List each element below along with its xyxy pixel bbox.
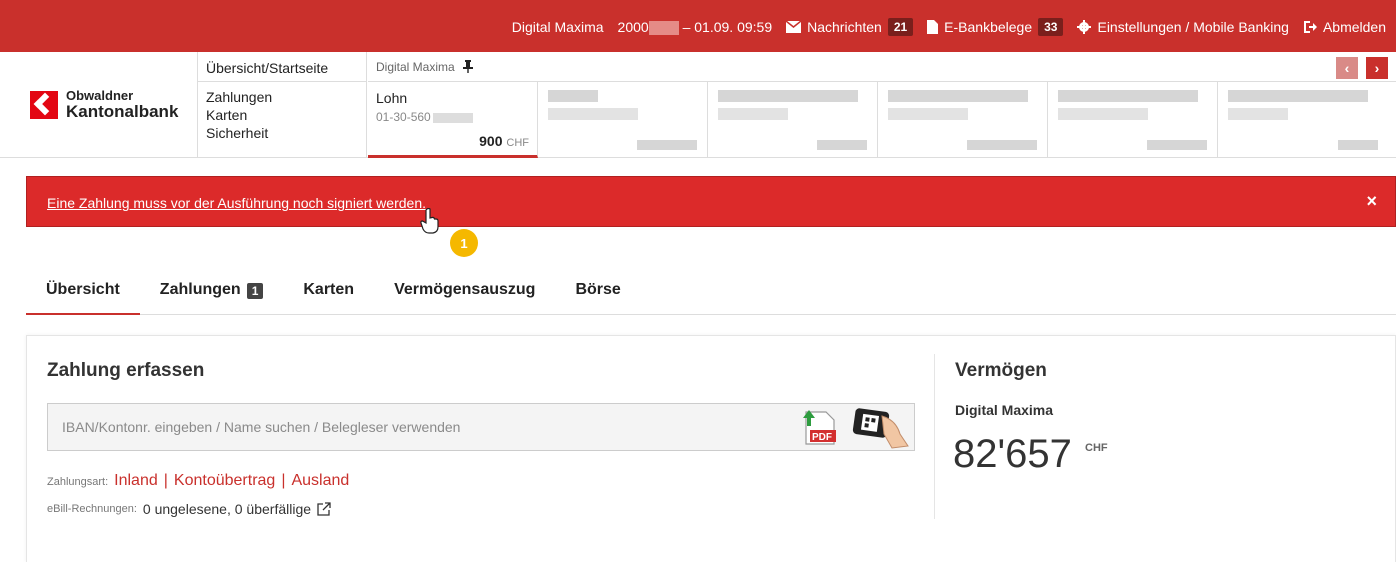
tab-wealth-statement[interactable]: Vermögensauszug	[374, 275, 555, 315]
main-nav: Übersicht/Startseite Zahlungen Karten Si…	[197, 52, 367, 158]
wealth-account-name: Digital Maxima	[955, 402, 1054, 418]
hand-cursor-icon	[420, 208, 439, 234]
accounts-prev-button[interactable]: ‹	[1336, 57, 1358, 79]
wealth-amount: 82'657	[953, 432, 1072, 476]
alert-message-link[interactable]: Eine Zahlung muss vor der Ausführung noc…	[47, 195, 426, 211]
account-card-redacted[interactable]	[1048, 82, 1218, 158]
account-owner: Digital Maxima	[376, 59, 455, 74]
ebill-status: 0 ungelesene, 0 überfällige	[142, 501, 312, 517]
pdf-upload-icon[interactable]: PDF	[798, 408, 840, 446]
signature-alert: Eine Zahlung muss vor der Ausführung noc…	[26, 176, 1396, 227]
settings-label: Einstellungen / Mobile Banking	[1097, 19, 1289, 35]
payment-type-transfer[interactable]: Kontoübertrag	[174, 472, 275, 490]
wealth-title: Vermögen	[955, 360, 1047, 381]
qr-scanner-icon[interactable]	[848, 406, 910, 450]
messages-link[interactable]: Nachrichten 21	[786, 18, 914, 36]
payment-type-foreign[interactable]: Ausland	[291, 472, 349, 490]
logo-mark-icon	[30, 91, 58, 119]
logout-icon	[1303, 21, 1317, 33]
account-strip: Digital Maxima ‹ › Lohn 01-30-560 900 CH…	[368, 52, 1396, 158]
account-card-lohn[interactable]: Lohn 01-30-560 900 CHF	[368, 82, 538, 158]
payment-type-domestic[interactable]: Inland	[114, 472, 158, 490]
envelope-icon	[786, 21, 802, 33]
ebank-label: E-Bankbelege	[944, 19, 1033, 35]
account-card-redacted[interactable]	[708, 82, 878, 158]
tab-bar: Übersicht Zahlungen 1 Karten Vermögensaus…	[26, 275, 1396, 315]
messages-count-badge: 21	[887, 18, 914, 36]
tab-payments[interactable]: Zahlungen 1	[140, 275, 284, 315]
user-name: Digital Maxima	[511, 19, 604, 35]
account-card-redacted[interactable]	[538, 82, 708, 158]
wealth-currency: CHF	[1085, 442, 1108, 454]
messages-label: Nachrichten	[807, 19, 882, 35]
overview-panel: Zahlung erfassen PDF Zahlungsart: Inland…	[26, 335, 1396, 562]
ebank-documents-link[interactable]: E-Bankbelege 33	[927, 18, 1064, 36]
redacted-block	[648, 21, 679, 36]
header: Obwaldner Kantonalbank Übersicht/Startse…	[0, 52, 1396, 158]
payment-entry-title: Zahlung erfassen	[47, 360, 205, 381]
logout-label: Abmelden	[1322, 19, 1386, 35]
external-link-icon[interactable]	[317, 502, 331, 516]
alert-close-button[interactable]: ×	[1366, 191, 1377, 212]
payment-type-label: Zahlungsart:	[47, 476, 109, 488]
tab-cards[interactable]: Karten	[283, 275, 374, 315]
login-info: 2000 – 01.09. 09:59	[617, 18, 773, 36]
tab-stock-exchange[interactable]: Börse	[555, 275, 640, 315]
account-balance: 900 CHF	[479, 133, 529, 149]
account-card-redacted[interactable]	[1218, 82, 1388, 158]
logo-line2: Kantonalbank	[66, 102, 179, 121]
settings-link[interactable]: Einstellungen / Mobile Banking	[1077, 19, 1289, 35]
ebill-label: eBill-Rechnungen:	[47, 503, 137, 515]
bank-logo[interactable]: Obwaldner Kantonalbank	[30, 89, 178, 121]
logout-link[interactable]: Abmelden	[1303, 19, 1386, 35]
pin-icon[interactable]	[462, 60, 473, 73]
nav-overview[interactable]: Übersicht/Startseite	[198, 52, 366, 82]
tab-overview[interactable]: Übersicht	[26, 275, 140, 315]
nav-payments[interactable]: Zahlungen	[206, 88, 358, 106]
payment-search-box: PDF	[47, 403, 915, 451]
account-name: Lohn	[376, 90, 408, 106]
nav-cards[interactable]: Karten	[206, 106, 358, 124]
payment-type-row: Zahlungsart: Inland | Kontoübertrag | Au…	[47, 472, 350, 490]
gear-icon	[1077, 20, 1092, 34]
account-number: 01-30-560	[376, 110, 529, 124]
ebill-row: eBill-Rechnungen: 0 ungelesene, 0 überfä…	[47, 501, 331, 517]
accounts-next-button[interactable]: ›	[1366, 57, 1388, 79]
nav-security[interactable]: Sicherheit	[206, 124, 358, 142]
ebank-count-badge: 33	[1038, 18, 1064, 36]
step-marker: 1	[450, 229, 478, 257]
document-icon	[927, 20, 939, 34]
logo-line1: Obwaldner	[66, 88, 134, 103]
top-bar: Digital Maxima 2000 – 01.09. 09:59 Nachr…	[0, 0, 1396, 52]
panel-divider	[934, 354, 935, 519]
account-card-redacted[interactable]	[878, 82, 1048, 158]
payment-search-input[interactable]	[48, 404, 788, 450]
payments-count-badge: 1	[246, 283, 264, 299]
svg-text:PDF: PDF	[812, 432, 832, 443]
